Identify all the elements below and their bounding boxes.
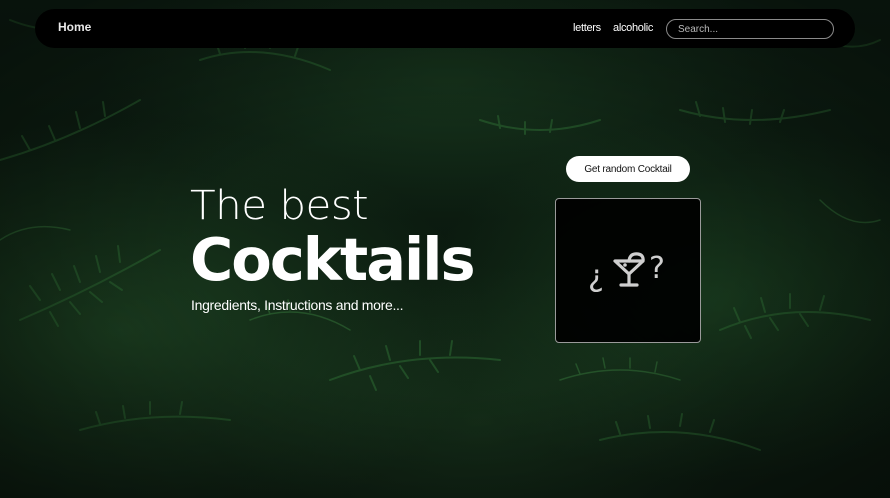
hero-heading-line2: Cocktails bbox=[190, 225, 476, 294]
page: Home letters alcoholic The best Cocktail… bbox=[0, 0, 890, 498]
hero-subtitle: Ingredients, Instructions and more... bbox=[191, 297, 404, 313]
random-cocktail-card[interactable]: ¿ ? bbox=[555, 198, 701, 343]
question-mark: ? bbox=[649, 251, 665, 286]
hero-heading-line1: The best bbox=[190, 183, 369, 229]
search-input[interactable] bbox=[666, 19, 834, 39]
inverted-question-mark: ¿ bbox=[588, 259, 604, 294]
nav-home-link[interactable]: Home bbox=[58, 20, 91, 34]
cocktail-glass-icon bbox=[613, 252, 645, 287]
nav-alcoholic-link[interactable]: alcoholic bbox=[613, 22, 653, 34]
top-navbar: Home letters alcoholic bbox=[35, 9, 855, 48]
get-random-cocktail-button[interactable]: Get random Cocktail bbox=[566, 156, 690, 182]
nav-letters-link[interactable]: letters bbox=[573, 22, 601, 34]
